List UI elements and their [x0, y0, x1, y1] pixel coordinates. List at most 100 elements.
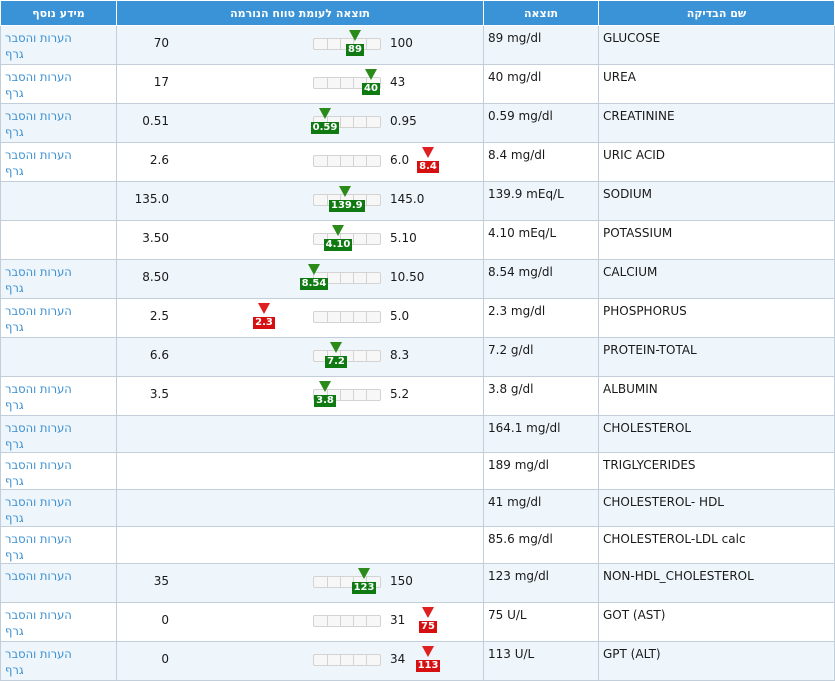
- value-marker: 113: [412, 646, 444, 672]
- col-header-result: תוצאה: [483, 0, 599, 26]
- result-cell: 85.6 mg/dl: [483, 526, 599, 564]
- graph-link[interactable]: גרף: [5, 124, 112, 140]
- graph-link[interactable]: גרף: [5, 163, 112, 179]
- graph-link[interactable]: גרף: [5, 662, 112, 678]
- range-bar: [313, 155, 381, 167]
- result-cell: 113 U/L: [483, 641, 599, 681]
- value-marker: 40: [355, 69, 387, 95]
- value-marker-label: 2.3: [253, 317, 275, 329]
- result-cell: 164.1 mg/dl: [483, 415, 599, 453]
- notes-link[interactable]: הערות והסבר: [5, 531, 112, 547]
- value-marker-label: 7.2: [325, 356, 347, 368]
- range-low: 2.5: [149, 309, 169, 323]
- notes-link[interactable]: הערות והסבר: [5, 69, 112, 85]
- marker-triangle-icon: [422, 147, 434, 158]
- notes-link[interactable]: הערות והסבר: [5, 457, 112, 473]
- range-high: 5.0: [390, 309, 410, 323]
- notes-link[interactable]: הערות והסבר: [5, 381, 112, 397]
- range-indicator: 3.50 5.10 4.10: [117, 221, 483, 259]
- range-low: 2.6: [149, 153, 169, 167]
- graph-link[interactable]: גרף: [5, 547, 112, 563]
- graph-link[interactable]: גרף: [5, 397, 112, 413]
- range-low: 135.0: [134, 192, 169, 206]
- range-high: 5.2: [390, 387, 410, 401]
- range-cell: 2.6 6.0 8.4: [116, 142, 484, 182]
- more-info-cell: [0, 181, 117, 221]
- test-name-cell: GLUCOSE: [598, 25, 835, 65]
- marker-triangle-icon: [258, 303, 270, 314]
- test-name-cell: CREATININE: [598, 103, 835, 143]
- range-low: 3.50: [142, 231, 169, 245]
- table-row: הערות והסבר גרף 189 mg/dl TRIGLYCERIDES: [0, 452, 835, 490]
- value-marker-label: 8.54: [299, 278, 329, 290]
- range-low: 6.6: [149, 348, 169, 362]
- value-marker: 75: [412, 607, 444, 633]
- range-indicator: 35 150 123: [117, 564, 483, 602]
- value-marker: 123: [348, 568, 380, 594]
- result-cell: 8.54 mg/dl: [483, 259, 599, 299]
- notes-link[interactable]: הערות והסבר: [5, 303, 112, 319]
- range-indicator: 2.5 5.0 2.3: [117, 299, 483, 337]
- value-marker: 4.10: [322, 225, 354, 251]
- notes-link[interactable]: הערות והסבר: [5, 264, 112, 280]
- results-body: הערות והסבר גרף 70 100 89 89 mg/dl GLUCOSE הערו…: [0, 25, 835, 681]
- table-row: 6.6 8.3 7.2 7.2 g/dl PROTEIN-TOTAL: [0, 337, 835, 377]
- notes-link[interactable]: הערות והסבר: [5, 420, 112, 436]
- test-name-cell: UREA: [598, 64, 835, 104]
- marker-triangle-icon: [365, 69, 377, 80]
- table-row: הערות והסבר גרף 85.6 mg/dl CHOLESTEROL-LDL …: [0, 526, 835, 564]
- more-info-cell: הערות והסבר גרף: [0, 25, 117, 65]
- table-row: הערות והסבר גרף 0 31 75 75 U/L GOT (AST): [0, 602, 835, 642]
- marker-triangle-icon: [319, 381, 331, 392]
- test-name-cell: TRIGLYCERIDES: [598, 452, 835, 490]
- graph-link[interactable]: גרף: [5, 623, 112, 639]
- result-cell: 4.10 mEq/L: [483, 220, 599, 260]
- value-marker: 8.54: [298, 264, 330, 290]
- test-name-cell: CHOLESTEROL: [598, 415, 835, 453]
- marker-triangle-icon: [319, 108, 331, 119]
- graph-link[interactable]: גרף: [5, 319, 112, 335]
- range-low: 35: [153, 574, 169, 588]
- marker-triangle-icon: [358, 568, 370, 579]
- table-row: הערות והסבר גרף 70 100 89 89 mg/dl GLUCOSE: [0, 25, 835, 65]
- value-marker-label: 89: [346, 44, 364, 56]
- result-cell: 0.59 mg/dl: [483, 103, 599, 143]
- notes-link[interactable]: הערות והסבר: [5, 646, 112, 662]
- value-marker-label: 40: [362, 83, 380, 95]
- graph-link[interactable]: גרף: [5, 46, 112, 62]
- range-low: 17: [153, 75, 169, 89]
- graph-link[interactable]: גרף: [5, 85, 112, 101]
- test-name-cell: URIC ACID: [598, 142, 835, 182]
- range-cell: [116, 415, 484, 453]
- test-name-cell: POTASSIUM: [598, 220, 835, 260]
- range-low: 0: [161, 652, 169, 666]
- range-cell: 17 43 40: [116, 64, 484, 104]
- notes-link[interactable]: הערות והסבר: [5, 108, 112, 124]
- notes-link[interactable]: הערות והסבר: [5, 30, 112, 46]
- test-name-cell: ALBUMIN: [598, 376, 835, 416]
- graph-link[interactable]: גרף: [5, 436, 112, 452]
- notes-link[interactable]: הערות והסבר: [5, 494, 112, 510]
- range-low: 8.50: [142, 270, 169, 284]
- notes-link[interactable]: הערות והסבר: [5, 147, 112, 163]
- range-low: 3.5: [149, 387, 169, 401]
- more-info-cell: הערות והסבר גרף: [0, 641, 117, 681]
- range-indicator: 0 31 75: [117, 603, 483, 641]
- graph-link[interactable]: גרף: [5, 280, 112, 296]
- range-cell: [116, 526, 484, 564]
- range-low: 0: [161, 613, 169, 627]
- notes-link[interactable]: הערות והסבר: [5, 607, 112, 623]
- value-marker-label: 8.4: [417, 161, 439, 173]
- table-row: הערות והסבר גרף 0.51 0.95 0.59 0.59 mg/dl CREA…: [0, 103, 835, 143]
- notes-link[interactable]: הערות והסבר: [5, 568, 112, 584]
- graph-link[interactable]: גרף: [5, 473, 112, 489]
- more-info-cell: [0, 337, 117, 377]
- result-cell: 7.2 g/dl: [483, 337, 599, 377]
- graph-link[interactable]: גרף: [5, 510, 112, 526]
- marker-triangle-icon: [332, 225, 344, 236]
- more-info-cell: [0, 220, 117, 260]
- range-high: 43: [390, 75, 406, 89]
- value-marker: 3.8: [309, 381, 341, 407]
- range-high: 5.10: [390, 231, 417, 245]
- result-cell: 123 mg/dl: [483, 563, 599, 603]
